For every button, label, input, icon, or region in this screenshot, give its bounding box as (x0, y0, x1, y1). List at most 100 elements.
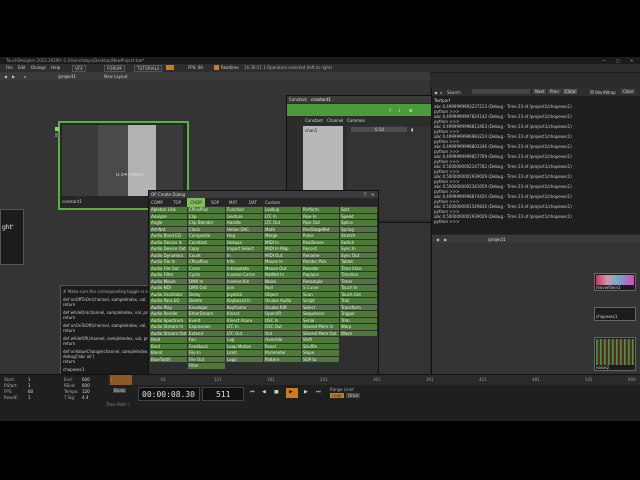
op-item[interactable]: File Out (188, 356, 225, 362)
menu-help[interactable]: Help (51, 65, 60, 70)
stat-value[interactable]: 600 (82, 383, 90, 388)
op-item[interactable]: Replace (302, 272, 339, 278)
op-item[interactable]: S Curve (302, 285, 339, 291)
menu-file[interactable]: File (6, 65, 13, 70)
tab-tutorials[interactable]: TUTORIALS (134, 65, 163, 72)
op-item[interactable]: Audio Device In (150, 239, 187, 245)
op-item[interactable]: Hog (226, 233, 263, 239)
op-item[interactable]: Limit (226, 350, 263, 356)
op-item[interactable]: Joystick (226, 291, 263, 297)
help-icon[interactable]: ? (389, 108, 391, 113)
op-item[interactable]: MIDI Out (264, 252, 301, 258)
back-icon[interactable]: ◀ (434, 90, 437, 95)
op-item[interactable]: Kinect (226, 311, 263, 317)
op-item[interactable]: Timer (340, 278, 377, 284)
tab-common[interactable]: Common (347, 118, 365, 123)
op-item[interactable]: Logic (226, 356, 263, 362)
op-item[interactable]: Ableton Link (150, 207, 187, 213)
textport-output[interactable]: abc 0.4999999993237213 (Debug - Time 23 … (434, 104, 636, 232)
op-item[interactable]: Kinect Azure (226, 317, 263, 323)
op-dialog-close-icon[interactable]: ✕ (371, 192, 374, 197)
op-item[interactable]: Render Pick (302, 259, 339, 265)
op-item[interactable]: Extend (188, 330, 225, 336)
op-item[interactable]: Touch In (340, 285, 377, 291)
op-item[interactable]: Gesture (226, 213, 263, 219)
op-item[interactable]: Reorder (302, 265, 339, 271)
back-icon[interactable]: ◀ (4, 74, 7, 79)
op-item[interactable]: SOP to (302, 356, 339, 362)
op-item[interactable]: Oculus Rift (264, 304, 301, 310)
op-item[interactable]: Math (264, 226, 301, 232)
op-item[interactable]: Count (188, 252, 225, 258)
op-item[interactable]: OSC In (264, 317, 301, 323)
op-item[interactable]: Expression (188, 324, 225, 330)
realtime-checkbox[interactable] (214, 65, 219, 70)
op-item[interactable]: Audio Stream In (150, 324, 187, 330)
op-item[interactable]: Audio Filter (150, 272, 187, 278)
op-item[interactable]: Lookup (264, 207, 301, 213)
op-item[interactable]: Resample (302, 278, 339, 284)
op-item[interactable]: Blend (150, 350, 187, 356)
tab-custom[interactable]: Custom (265, 200, 280, 205)
op-item[interactable]: Filter (188, 363, 225, 369)
op-item[interactable]: Audio File In (150, 259, 187, 265)
op-item[interactable]: Merge (264, 233, 301, 239)
op-item[interactable]: Art-Net (150, 226, 187, 232)
stat-value[interactable]: 120 (82, 389, 90, 394)
op-item[interactable]: Audio Para EQ (150, 298, 187, 304)
parameter-op-name[interactable]: constant1 (311, 97, 331, 102)
op-item[interactable]: In (226, 252, 263, 258)
op-item[interactable]: Sync Out (340, 252, 377, 258)
op-item[interactable]: Copy (188, 246, 225, 252)
tab-mat[interactable]: MAT (229, 200, 237, 205)
op-item[interactable]: Shift (302, 337, 339, 343)
op-item[interactable]: NatNet In (264, 272, 301, 278)
op-item[interactable]: Pulse (302, 233, 339, 239)
once-toggle[interactable]: Once (346, 393, 361, 398)
op-item[interactable]: CPlusPlus (188, 207, 225, 213)
stop-icon[interactable]: ■ (274, 390, 279, 395)
op-item[interactable]: Interpolate (226, 265, 263, 271)
op-item[interactable]: Keyframe (226, 304, 263, 310)
right-chopexec-node[interactable]: chopexec1 (594, 307, 636, 321)
op-item[interactable]: Inverse Kin (226, 278, 263, 284)
op-item[interactable]: LTC Out (264, 220, 301, 226)
op-item[interactable]: Oculus Audio (264, 298, 301, 304)
op-item[interactable]: Envelope (188, 304, 225, 310)
forward-icon[interactable]: ▶ (444, 237, 447, 242)
gear-icon[interactable]: ⚙ (409, 108, 413, 113)
op-item[interactable]: Clock (188, 226, 225, 232)
op-item[interactable]: Delay (188, 291, 225, 297)
home-icon[interactable]: ⌂ (440, 90, 443, 95)
tab-channel[interactable]: Channel (327, 118, 343, 123)
op-item[interactable]: Function (226, 207, 263, 213)
op-item[interactable]: LTC In (226, 324, 263, 330)
value-slider-knob[interactable]: ▮ (411, 127, 413, 132)
tab-vfx[interactable]: VFX (72, 65, 86, 72)
op-item[interactable]: Feedback (188, 343, 225, 349)
timecode-display[interactable]: 00:00:08.30 (138, 387, 200, 401)
op-item[interactable]: Parameter (264, 350, 301, 356)
op-item[interactable]: Event (188, 317, 225, 323)
op-item[interactable]: OpenVR (264, 311, 301, 317)
op-item[interactable]: Trigger (340, 311, 377, 317)
chopexec-node[interactable]: # Make sure the corresponding toggle is … (60, 285, 154, 375)
op-item[interactable]: MIDI In (264, 239, 301, 245)
op-item[interactable]: Override (264, 337, 301, 343)
op-item[interactable]: Audio NDI (150, 285, 187, 291)
step-forward-icon[interactable]: ▶ (304, 390, 308, 395)
op-item[interactable]: Splice (340, 220, 377, 226)
op-item[interactable]: Shared Mem Out (302, 330, 339, 336)
op-item[interactable]: Timeline (340, 272, 377, 278)
op-item[interactable]: Hokuyo (226, 239, 263, 245)
stat-value[interactable]: 1 (28, 383, 31, 388)
op-item[interactable]: DMX Out (188, 285, 225, 291)
menu-edit[interactable]: Edit (18, 65, 26, 70)
op-item[interactable]: Mouse In (264, 259, 301, 265)
op-item[interactable]: Serial (302, 317, 339, 323)
home-icon[interactable]: ⌂ (24, 74, 27, 79)
op-item[interactable]: Helios DAC (226, 226, 263, 232)
op-item[interactable]: Audio Stream Out (150, 330, 187, 336)
op-item[interactable]: Tablet (340, 259, 377, 265)
op-item[interactable]: File In (188, 350, 225, 356)
